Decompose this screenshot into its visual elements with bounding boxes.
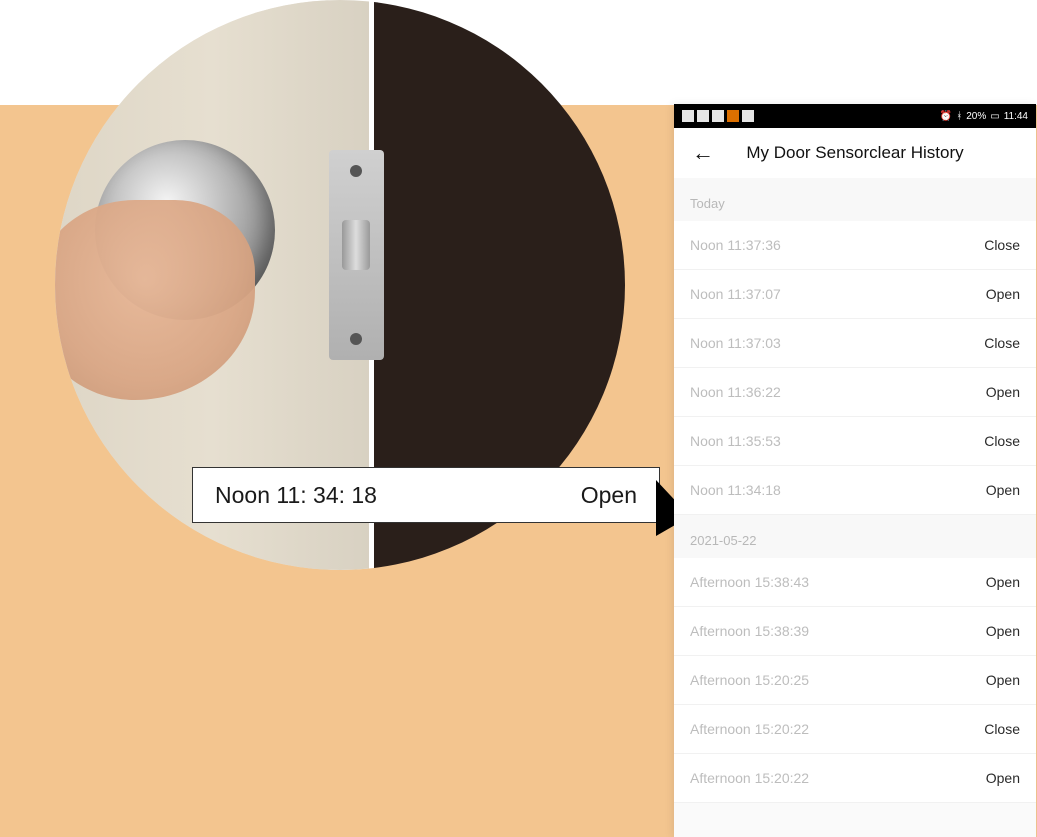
wifi-icon xyxy=(712,110,724,122)
history-row[interactable]: Afternoon 15:38:39 Open xyxy=(674,607,1036,656)
history-row[interactable]: Noon 11:34:18 Open xyxy=(674,466,1036,515)
row-status: Close xyxy=(984,237,1020,253)
row-time: Afternoon 15:38:39 xyxy=(690,623,809,639)
row-status: Open xyxy=(986,574,1020,590)
row-time: Afternoon 15:20:22 xyxy=(690,721,809,737)
row-status: Close xyxy=(984,335,1020,351)
notif2-icon xyxy=(742,110,754,122)
alarm-icon: ⏰ xyxy=(940,111,952,122)
row-time: Afternoon 15:38:43 xyxy=(690,574,809,590)
row-time: Noon 11:37:36 xyxy=(690,237,781,253)
row-time: Noon 11:37:03 xyxy=(690,335,781,351)
bluetooth-icon: ᚼ xyxy=(956,111,962,122)
page-title: My Door Sensor xyxy=(746,143,869,162)
history-row[interactable]: Noon 11:37:36 Close xyxy=(674,221,1036,270)
history-row[interactable]: Afternoon 15:20:22 Close xyxy=(674,705,1036,754)
back-button[interactable]: ← xyxy=(684,136,722,170)
history-list[interactable]: Today Noon 11:37:36 Close Noon 11:37:07 Open… xyxy=(674,178,1036,837)
phone-frame: ⏰ ᚼ 20% ▭ 11:44 ← My Door Sensorclear Hi… xyxy=(674,104,1036,837)
row-time: Afternoon 15:20:22 xyxy=(690,770,809,786)
row-status: Open xyxy=(986,672,1020,688)
row-status: Open xyxy=(986,770,1020,786)
clear-history-button[interactable]: clear History xyxy=(869,143,963,162)
history-row[interactable]: Noon 11:35:53 Close xyxy=(674,417,1036,466)
row-status: Open xyxy=(986,384,1020,400)
history-row[interactable]: Afternoon 15:20:22 Open xyxy=(674,754,1036,803)
callout-time: Noon 11: 34: 18 xyxy=(215,482,377,509)
row-time: Noon 11:34:18 xyxy=(690,482,781,498)
history-row[interactable]: Noon 11:36:22 Open xyxy=(674,368,1036,417)
callout-status: Open xyxy=(581,482,637,509)
history-row[interactable]: Noon 11:37:03 Close xyxy=(674,319,1036,368)
row-time: Afternoon 15:20:25 xyxy=(690,672,809,688)
row-status: Close xyxy=(984,721,1020,737)
signal-icon xyxy=(697,110,709,122)
section-label: 2021-05-22 xyxy=(674,515,1036,558)
battery-percent: 20% xyxy=(966,111,986,122)
section-label: Today xyxy=(674,178,1036,221)
android-status-bar: ⏰ ᚼ 20% ▭ 11:44 xyxy=(674,104,1036,128)
row-status: Close xyxy=(984,433,1020,449)
battery-icon: ▭ xyxy=(990,111,999,122)
history-row[interactable]: Afternoon 15:20:25 Open xyxy=(674,656,1036,705)
row-time: Noon 11:36:22 xyxy=(690,384,781,400)
row-time: Noon 11:37:07 xyxy=(690,286,781,302)
row-time: Noon 11:35:53 xyxy=(690,433,781,449)
notif-icon xyxy=(682,110,694,122)
status-clock: 11:44 xyxy=(1004,111,1028,122)
row-status: Open xyxy=(986,482,1020,498)
history-row[interactable]: Noon 11:37:07 Open xyxy=(674,270,1036,319)
row-status: Open xyxy=(986,286,1020,302)
row-status: Open xyxy=(986,623,1020,639)
history-row[interactable]: Afternoon 15:38:43 Open xyxy=(674,558,1036,607)
event-callout: Noon 11: 34: 18 Open xyxy=(192,467,660,523)
app-header: ← My Door Sensorclear History xyxy=(674,128,1036,178)
app-notif-icon xyxy=(727,110,739,122)
